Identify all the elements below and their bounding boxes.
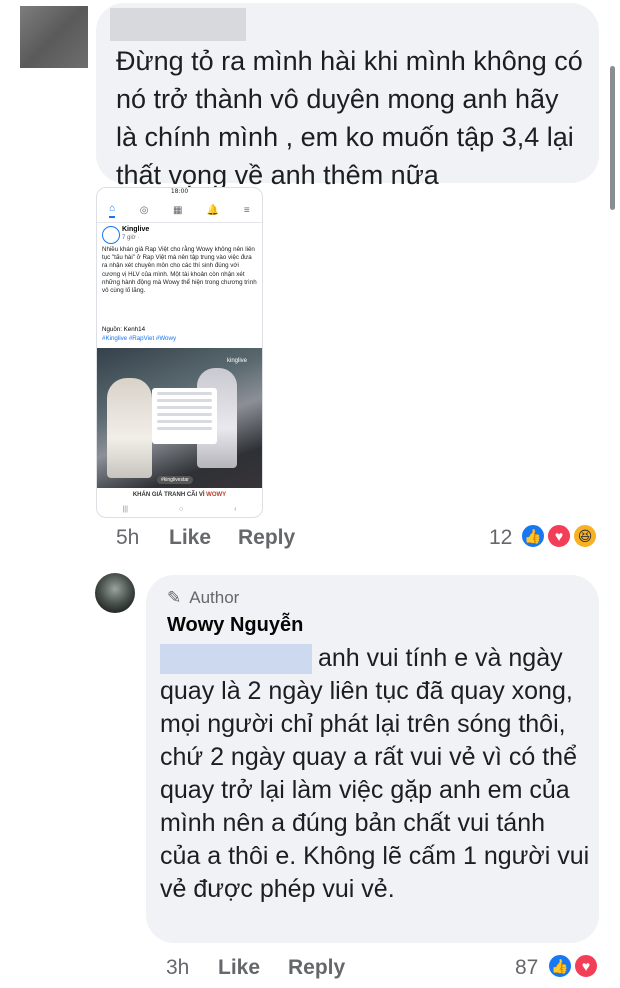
commenter-name-redacted[interactable] — [110, 8, 246, 41]
back-icon: ‹ — [234, 506, 237, 513]
reply-love-reaction-icon: ♥ — [573, 953, 599, 979]
phone-status-time: 18:00 — [170, 188, 189, 195]
person-figure-left — [107, 378, 152, 478]
phone-system-nav: ||| ○ ‹ — [97, 502, 262, 517]
embedded-comment-card — [152, 388, 217, 444]
recent-apps-icon: ||| — [122, 506, 128, 513]
caption-prefix: KHÁN GIẢ TRANH CÃI VÌ — [132, 492, 205, 498]
post-time: 7 giờ · — [122, 235, 140, 241]
reply-button[interactable]: Reply — [238, 526, 295, 550]
photo-tag: #kinglivestar — [157, 476, 193, 484]
author-badge: ✎ Author — [167, 588, 239, 608]
author-badge-label: Author — [189, 588, 240, 607]
home-button-icon: ○ — [178, 506, 184, 513]
comment-attachment-image[interactable]: 18:00 ⌂ ◎ ▦ 🔔 ≡ Kinglive 7 giờ · Nhiều k… — [96, 187, 263, 518]
pencil-icon: ✎ — [167, 588, 182, 607]
marketplace-icon: ▦ — [172, 204, 183, 216]
reply-author-name[interactable]: Wowy Nguyễn — [167, 614, 303, 637]
reply-like-button[interactable]: Like — [218, 956, 260, 980]
facebook-nav-bar: ⌂ ◎ ▦ 🔔 ≡ — [97, 198, 262, 223]
post-hashtags: #Kinglive #RapViet #Wowy — [102, 335, 177, 342]
photo-caption: KHÁN GIẢ TRANH CÃI VÌ WOWY — [97, 488, 262, 502]
page-logo — [102, 226, 120, 244]
caption-highlight: WOWY — [206, 492, 227, 498]
comment-time[interactable]: 5h — [116, 526, 139, 550]
haha-reaction-icon: 😆 — [572, 523, 598, 549]
scrollbar[interactable] — [610, 66, 615, 210]
reaction-count[interactable]: 12 — [489, 526, 512, 550]
like-button[interactable]: Like — [169, 526, 211, 550]
post-photo: kinglive #kinglivestar — [97, 348, 262, 488]
messenger-icon: ◎ — [139, 204, 149, 216]
reply-reaction-count[interactable]: 87 — [515, 956, 538, 980]
love-reaction-icon: ♥ — [546, 523, 572, 549]
page-name: Kinglive — [122, 226, 150, 233]
comment-text: Đừng tỏ ra mình hài khi mình không có nó… — [116, 46, 583, 190]
post-source: Nguồn: Kenh14 — [102, 326, 146, 333]
notifications-icon: 🔔 — [206, 204, 220, 216]
reply-time[interactable]: 3h — [166, 956, 189, 980]
photo-watermark: kinglive — [227, 358, 248, 364]
reply-reply-button[interactable]: Reply — [288, 956, 345, 980]
post-text: Nhiều khán giả Rap Việt cho rằng Wowy kh… — [102, 246, 257, 295]
menu-icon: ≡ — [243, 204, 250, 216]
like-reaction-icon: 👍 — [520, 523, 546, 549]
home-icon: ⌂ — [109, 203, 116, 218]
author-avatar[interactable] — [95, 573, 135, 613]
reply-like-reaction-icon: 👍 — [547, 953, 573, 979]
commenter-avatar[interactable] — [20, 6, 88, 68]
reply-text: anh vui tính e và ngày quay là 2 ngày li… — [160, 644, 590, 903]
